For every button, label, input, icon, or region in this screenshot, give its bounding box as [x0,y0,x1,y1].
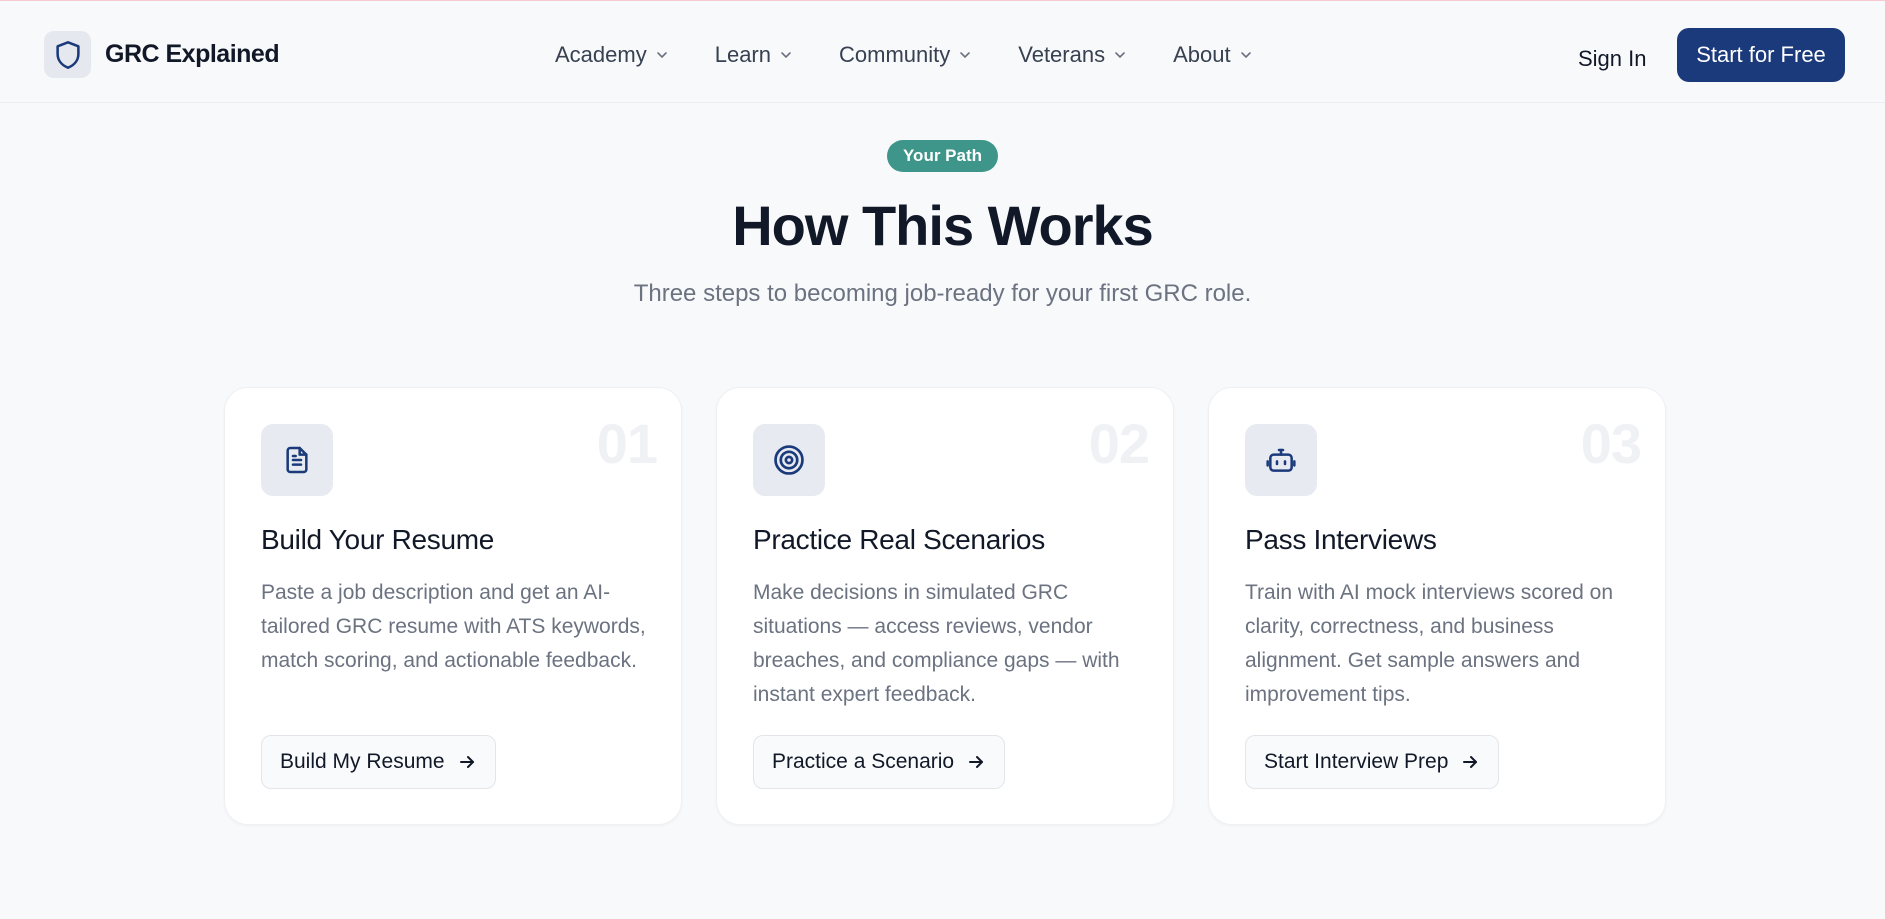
start-interview-prep-button[interactable]: Start Interview Prep [1245,735,1500,789]
nav-label: Community [839,42,951,67]
sign-in-link[interactable]: Sign In [1578,46,1647,72]
step-description: Train with AI mock interviews scored on … [1245,581,1614,706]
nav-label: Learn [714,42,771,67]
site-header: GRC Explained Academy Learn Community Ve… [0,6,1885,103]
nav-about[interactable]: About [1173,42,1253,68]
nav-academy[interactable]: Academy [555,42,669,68]
brand-name: GRC Explained [105,40,280,68]
step-number: 01 [596,412,658,475]
nav-community[interactable]: Community [839,42,972,68]
step-card-interviews: 03 Pass Interviews Train with AI mock in… [1208,387,1666,825]
nav-label: About [1173,42,1231,67]
arrow-right-icon [459,756,474,768]
document-icon [261,424,333,496]
chevron-down-icon [1240,52,1251,59]
build-my-resume-button[interactable]: Build My Resume [261,735,496,789]
section-subtitle: Three steps to becoming job-ready for yo… [633,280,1252,307]
hero-section: Your Path How This Works Three steps to … [0,140,1885,308]
arrow-right-icon [969,756,984,768]
nav-learn[interactable]: Learn [715,42,793,68]
button-label: Build My Resume [280,750,445,773]
nav-veterans[interactable]: Veterans [1018,42,1127,68]
chevron-down-icon [1115,52,1125,59]
step-number: 03 [1580,412,1642,475]
step-description: Paste a job description and get an AI-ta… [261,581,646,672]
button-label: Start Interview Prep [1264,750,1449,773]
chevron-down-icon [960,52,971,59]
chevron-down-icon [656,52,667,59]
step-title: Build Your Resume [261,524,495,555]
robot-icon [1245,424,1317,496]
main-nav: Academy Learn Community Veterans About [555,42,1299,68]
start-for-free-button[interactable]: Start for Free [1677,28,1845,82]
shield-icon [44,31,91,78]
step-card-resume: 01 Build Your Resume Paste a job descrip… [224,387,682,825]
section-badge: Your Path [886,140,999,172]
nav-label: Academy [555,42,647,67]
step-title: Practice Real Scenarios [753,524,1045,555]
nav-label: Veterans [1018,42,1106,67]
button-label: Practice a Scenario [772,750,955,773]
step-card-scenarios: 02 Practice Real Scenarios Make decision… [716,387,1174,825]
steps-cards: 01 Build Your Resume Paste a job descrip… [224,387,1666,825]
target-icon [753,424,825,496]
section-title: How This Works [732,194,1154,257]
chevron-down-icon [781,52,791,59]
brand-logo[interactable]: GRC Explained [44,31,280,78]
step-number: 02 [1088,412,1150,475]
step-description: Make decisions in simulated GRC situatio… [753,581,1120,706]
step-title: Pass Interviews [1245,524,1437,555]
arrow-right-icon [1463,756,1478,768]
practice-a-scenario-button[interactable]: Practice a Scenario [753,735,1006,789]
